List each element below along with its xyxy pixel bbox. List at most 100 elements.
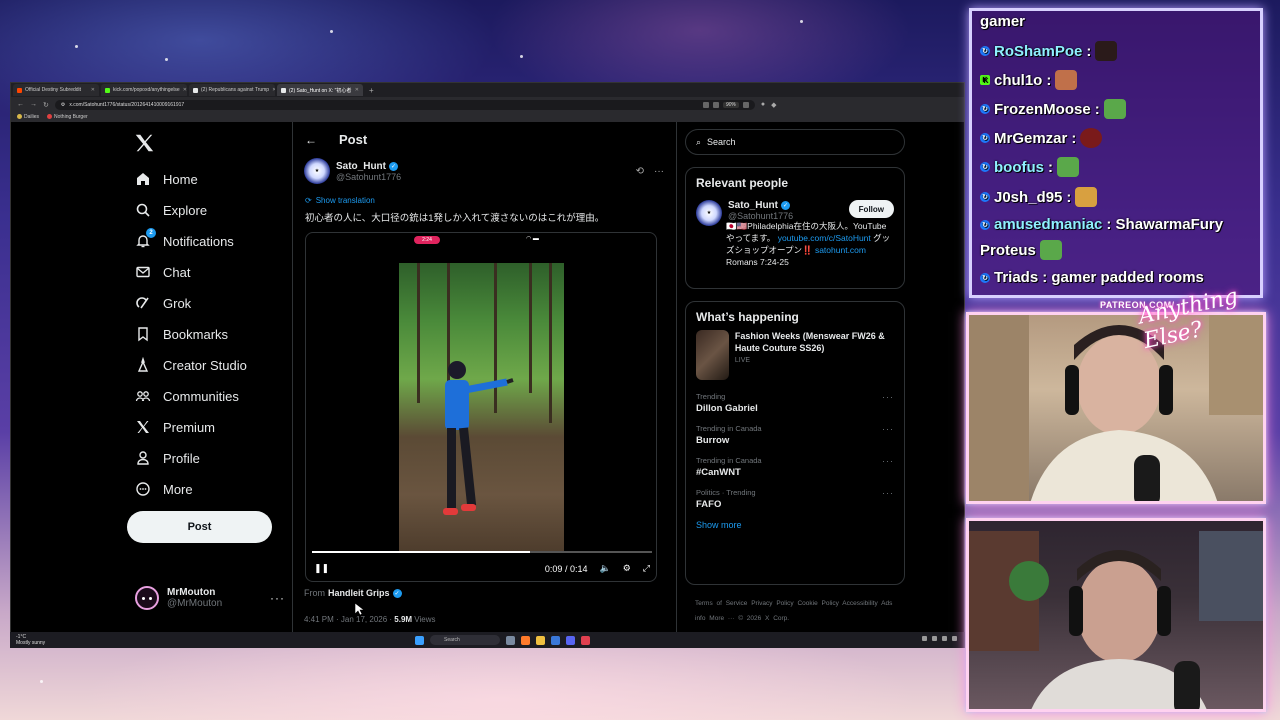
settings-gear-icon[interactable]: ⚙	[623, 563, 631, 574]
zoom-level[interactable]: 90%	[722, 101, 739, 108]
nav-item-profile[interactable]: Profile	[135, 446, 200, 470]
new-tab-icon[interactable]: +	[365, 86, 378, 95]
close-tab-icon[interactable]: ✕	[272, 87, 275, 93]
mod-badge-icon: ↻	[980, 162, 990, 172]
extension-icon[interactable]: ●	[761, 101, 765, 108]
chat-message: ↻ MrGemzar:	[980, 128, 1103, 148]
trend-item[interactable]: Trending Dillon Gabriel ···	[686, 386, 904, 418]
author-avatar[interactable]: ★	[304, 158, 330, 184]
browser-tab-active[interactable]: (2) Sato_Hunt on X: "初心者 ✕	[277, 84, 363, 96]
fullscreen-icon[interactable]: ⤢	[643, 563, 650, 574]
video-progress-bar[interactable]	[312, 551, 652, 553]
windows-start-icon[interactable]	[415, 635, 424, 645]
extension-icon[interactable]	[702, 101, 709, 108]
app-icon[interactable]	[551, 635, 560, 645]
more-dots-icon[interactable]: ···	[882, 424, 894, 434]
relevant-people-box: Relevant people ★ Sato_Hunt ✓ @Satohunt17…	[685, 167, 905, 289]
nav-item-communities[interactable]: Communities	[135, 384, 239, 408]
discord-icon[interactable]	[566, 635, 575, 645]
more-dots-icon[interactable]: ···	[654, 166, 664, 177]
back-arrow-icon[interactable]: ←	[305, 133, 317, 147]
search-icon: ⌕	[696, 136, 702, 147]
browser-icon[interactable]	[521, 635, 530, 645]
communities-icon	[135, 388, 151, 404]
more-dots-icon[interactable]: ···	[882, 488, 894, 498]
pepe-emote-icon	[1039, 240, 1062, 260]
emote-icon	[1095, 41, 1118, 61]
reload-icon[interactable]: ↻	[43, 101, 49, 109]
folder-icon	[17, 114, 22, 120]
show-translation-link[interactable]: ⟳ Show translation	[305, 196, 375, 205]
reddit-icon	[17, 87, 22, 93]
tray-icon[interactable]	[932, 636, 937, 641]
grok-icon[interactable]: ⟲	[636, 166, 644, 177]
more-dots-icon[interactable]: ···	[270, 591, 285, 605]
taskbar-search[interactable]: Search	[430, 635, 500, 645]
account-switcher[interactable]: MrMouton @MrMouton ···	[135, 586, 285, 610]
folder-icon[interactable]	[536, 635, 545, 645]
close-tab-icon[interactable]: ✕	[91, 87, 95, 93]
close-tab-icon[interactable]: ✕	[355, 87, 359, 93]
obs-icon[interactable]	[581, 635, 590, 645]
nav-item-explore[interactable]: Explore	[135, 198, 207, 222]
account-name: MrMouton	[167, 587, 216, 598]
x-logo-icon	[135, 419, 151, 435]
pepe-emote-icon	[1057, 157, 1079, 177]
trend-item[interactable]: Trending in Canada #CanWNT ···	[686, 450, 904, 482]
extension-icon[interactable]: ◆	[771, 101, 776, 109]
post-author: ★ Sato_Hunt ✓ @Satohunt1776 ⟲ ···	[304, 158, 664, 184]
trend-item[interactable]: Trending in Canada Burrow ···	[686, 418, 904, 450]
forward-icon[interactable]: →	[30, 101, 37, 108]
nav-item-home[interactable]: Home	[135, 167, 198, 191]
browser-tab[interactable]: kick.com/popoxd/anythingelse ✕	[101, 84, 187, 96]
url-input[interactable]: ⚙ x.com/Satohunt1776/status/201264141000…	[54, 99, 755, 110]
follow-button[interactable]: Follow	[848, 200, 894, 218]
nav-item-notifications[interactable]: 2 Notifications	[135, 228, 234, 253]
tray-icon[interactable]	[942, 636, 947, 641]
author-handle[interactable]: @Satohunt1776	[336, 172, 401, 182]
browser-tab[interactable]: Official Destiny Subreddit ✕	[13, 84, 99, 96]
task-view-icon[interactable]	[506, 635, 515, 645]
video-player[interactable]: 2:24 ◠ ▬ ❚❚ 0:09 / 0:14 🔈 ⚙ ⤢	[305, 232, 657, 582]
author-name[interactable]: Sato_Hunt ✓	[336, 161, 401, 172]
more-circle-icon	[135, 481, 151, 497]
close-tab-icon[interactable]: ✕	[183, 87, 187, 93]
nav-item-premium[interactable]: Premium	[135, 415, 215, 439]
more-dots-icon[interactable]: ···	[882, 456, 894, 466]
nav-item-more[interactable]: More	[135, 477, 193, 501]
footer-links[interactable]: Terms of Service Privacy Policy Cookie P…	[695, 596, 895, 626]
tray-icon[interactable]	[952, 636, 957, 641]
post-button[interactable]: Post	[127, 511, 272, 543]
x-logo-icon[interactable]	[133, 132, 155, 154]
trend-item[interactable]: Politics · Trending FAFO ···	[686, 482, 904, 514]
more-dots-icon[interactable]: ···	[882, 392, 894, 402]
mod-badge-icon: ↻	[980, 219, 990, 230]
nav-item-creator-studio[interactable]: Creator Studio	[135, 353, 247, 377]
nav-item-chat[interactable]: Chat	[135, 260, 190, 284]
source-name[interactable]: Handleit Grips	[328, 588, 390, 598]
browser-window: Official Destiny Subreddit ✕ kick.com/pop…	[10, 82, 965, 648]
phone-status-bar: 2:24 ◠ ▬	[306, 233, 656, 249]
star-decoration	[800, 20, 803, 23]
show-more-link[interactable]: Show more	[686, 514, 904, 540]
nav-item-bookmarks[interactable]: Bookmarks	[135, 322, 228, 346]
nav-item-grok[interactable]: Grok	[135, 291, 191, 315]
news-thumbnail	[696, 330, 729, 380]
pause-icon[interactable]: ❚❚	[314, 563, 329, 574]
extension-icon[interactable]	[712, 101, 719, 108]
bookmark-item[interactable]: Nothing Burger	[47, 114, 88, 120]
back-icon[interactable]: ←	[17, 101, 24, 108]
browser-tab[interactable]: (2) Republicans against Trump✕	[189, 84, 275, 96]
bookmark-item[interactable]: Dailies	[17, 114, 39, 120]
tray-icon[interactable]	[922, 636, 927, 641]
avatar[interactable]: ★	[696, 200, 722, 226]
chat-message: ↻ amusedmaniac: ShawarmaFury	[980, 216, 1223, 233]
site-info-icon[interactable]: ⚙	[61, 102, 65, 108]
weather-widget[interactable]: -1°C Mostly sunny	[16, 634, 45, 646]
news-item[interactable]: Fashion Weeks (Menswear FW26 & Haute Cou…	[686, 330, 904, 386]
bookmark-star-icon[interactable]	[742, 101, 749, 108]
volume-icon[interactable]: 🔈	[600, 563, 611, 574]
notification-badge: 2	[146, 228, 156, 238]
star-decoration	[165, 58, 168, 61]
search-input[interactable]: ⌕ Search	[685, 129, 905, 155]
